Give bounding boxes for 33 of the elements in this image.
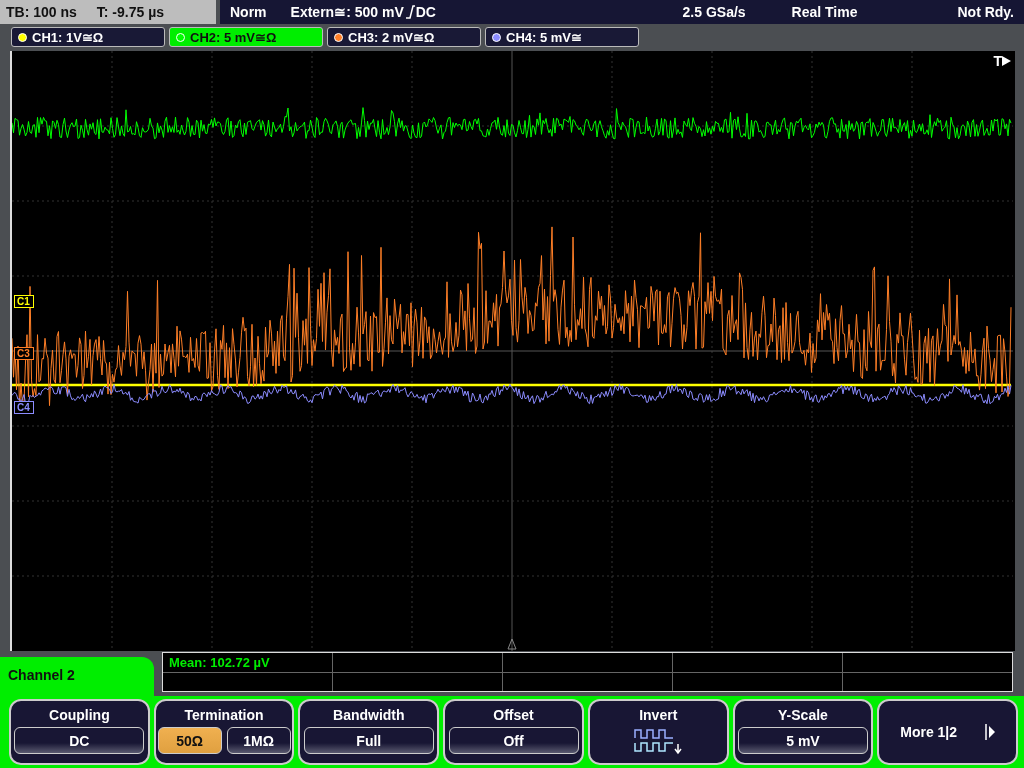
- rising-edge-icon: [404, 5, 415, 19]
- trigger-text: Extern≅: 500 mV: [290, 4, 404, 20]
- softkey-title: Termination: [184, 707, 264, 723]
- channel-marker[interactable]: C3: [14, 347, 34, 360]
- value-button[interactable]: Off: [448, 727, 579, 754]
- channel-tab[interactable]: CH3: 2 mV≅Ω: [327, 27, 481, 47]
- option-button[interactable]: 1MΩ: [226, 727, 291, 754]
- trigger-time-text: T: -9.75 µs: [96, 4, 165, 20]
- measurement-text: Mean: 102.72 µV: [168, 654, 270, 672]
- channel-marker[interactable]: C1: [14, 295, 34, 308]
- softkey-title: Bandwidth: [333, 707, 405, 723]
- option-button[interactable]: 50Ω: [157, 727, 222, 754]
- arrow-right-icon: [985, 724, 996, 740]
- channel-marker[interactable]: C4: [14, 401, 34, 414]
- mode-text: Norm: [230, 4, 267, 20]
- channel-tab[interactable]: CH2: 5 mV≅Ω: [169, 27, 323, 47]
- invert-button[interactable]: Invert: [587, 699, 729, 765]
- invert-waveform-icon: [633, 727, 684, 755]
- timebase-text: TB: 100 ns: [6, 4, 77, 20]
- sample-rate-text: 2.5 GSa/s: [682, 4, 746, 20]
- more-button[interactable]: More 1|2: [877, 699, 1019, 765]
- acquisition-text: Real Time: [791, 4, 858, 20]
- value-button[interactable]: Full: [303, 727, 434, 754]
- menu-title: Channel 2: [0, 657, 154, 696]
- value-button[interactable]: 5 mV: [737, 727, 868, 754]
- softkey-title: Y-Scale: [778, 707, 828, 723]
- state-text: Not Rdy.: [957, 4, 1014, 20]
- softkey-title: Coupling: [49, 707, 110, 723]
- channel-tab[interactable]: CH1: 1V≅Ω: [11, 27, 165, 47]
- softkey-title: Offset: [493, 707, 534, 723]
- value-button[interactable]: DC: [14, 727, 145, 754]
- trigger-coupling-text: DC: [415, 4, 436, 20]
- channel-tab[interactable]: CH4: 5 mV≅: [485, 27, 639, 47]
